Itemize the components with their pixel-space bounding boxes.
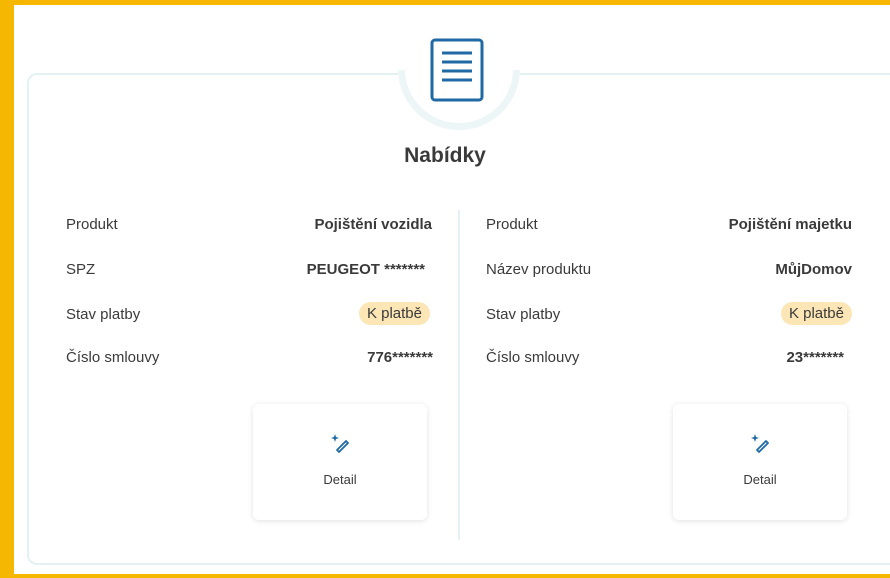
magic-wand-icon <box>751 434 769 453</box>
detail-label: Detail <box>323 472 357 487</box>
detail-label: Detail <box>743 472 777 487</box>
label-produkt: Produkt <box>486 216 538 233</box>
status-badge: K platbě <box>358 302 430 325</box>
document-icon <box>430 38 484 102</box>
label-stav-platby: Stav platby <box>486 306 561 323</box>
status-badge: K platbě <box>780 302 852 325</box>
label-spz: SPZ <box>66 261 96 278</box>
detail-button[interactable]: Detail <box>673 404 847 520</box>
value-produkt: Pojištění vozidla <box>314 216 432 233</box>
detail-button[interactable]: Detail <box>253 404 427 520</box>
label-cislo-smlouvy: Číslo smlouvy <box>66 349 160 366</box>
magic-wand-icon <box>331 434 349 453</box>
label-cislo-smlouvy: Číslo smlouvy <box>486 349 580 366</box>
value-nazev-produktu: MůjDomov <box>775 261 852 278</box>
label-stav-platby: Stav platby <box>66 306 141 323</box>
column-divider <box>458 210 460 540</box>
section-title: Nabídky <box>404 144 486 167</box>
value-cislo-smlouvy: 23******* <box>786 349 844 366</box>
label-nazev-produktu: Název produktu <box>486 261 592 278</box>
label-produkt: Produkt <box>66 216 118 233</box>
value-spz: PEUGEOT ******* <box>306 261 425 278</box>
value-produkt: Pojištění majetku <box>728 216 852 233</box>
value-cislo-smlouvy: 776******* <box>367 349 433 366</box>
